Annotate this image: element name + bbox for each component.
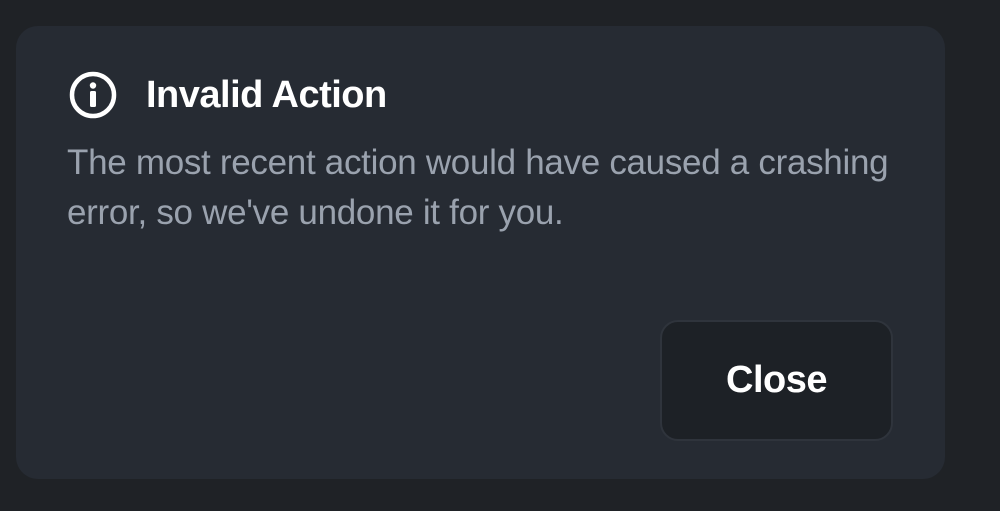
dialog-message: The most recent action would have caused… bbox=[67, 143, 889, 232]
info-icon bbox=[68, 70, 118, 120]
dialog-title: Invalid Action bbox=[146, 74, 387, 116]
invalid-action-dialog: Invalid Action The most recent action wo… bbox=[16, 26, 945, 479]
app-backdrop: Invalid Action The most recent action wo… bbox=[0, 0, 1000, 511]
close-button[interactable]: Close bbox=[660, 320, 893, 441]
dialog-header: Invalid Action bbox=[68, 70, 387, 120]
